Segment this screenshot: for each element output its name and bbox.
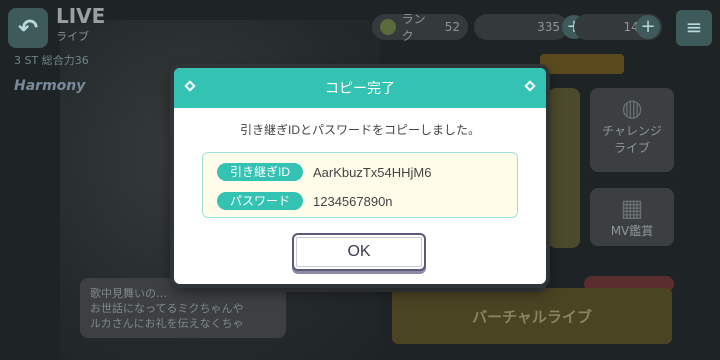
dialog-header: コピー完了 (174, 68, 546, 108)
rank-label: ランク (401, 12, 426, 43)
copy-complete-dialog: コピー完了 引き継ぎIDとパスワードをコピーしました。 引き継ぎID AarKb… (174, 68, 546, 284)
password-row: パスワード 1234567890n (217, 192, 393, 210)
ok-button-label: OK (347, 243, 371, 260)
ok-button[interactable]: OK (292, 233, 426, 271)
jewel-add-button[interactable]: + (636, 15, 660, 39)
virtual-live-label: バーチャルライブ (472, 307, 592, 326)
transfer-id-label: 引き継ぎID (217, 163, 303, 181)
live-tile[interactable] (548, 88, 580, 248)
back-button[interactable]: ↶ (8, 8, 48, 48)
unit-logo: Harmony (14, 78, 86, 94)
screen-title: LIVE (56, 4, 106, 28)
virtual-live-button[interactable]: バーチャルライブ (392, 288, 672, 344)
password-value: 1234567890n (313, 193, 393, 209)
screen: ↶ LIVE ライブ 3 ST 総合力36 Harmony ランク 52 335… (0, 0, 720, 360)
challenge-live-label: チャレンジ ライブ (602, 124, 662, 155)
rank-value: 52 (444, 20, 460, 34)
transfer-id-row: 引き継ぎID AarKbuzTx54HHjM6 (217, 163, 432, 181)
rank-pill: ランク 52 (372, 12, 468, 43)
dialog-footer-strip (174, 284, 546, 292)
speech-text: 歌中見舞いの… お世話になってるミクちゃんや ルカさんにお礼を伝えなくちゃ (90, 287, 244, 330)
screen-subtitle: ライブ (56, 30, 89, 43)
diamond-icon (184, 80, 196, 92)
notice-pill[interactable] (540, 54, 624, 74)
dialog-message: 引き継ぎIDとパスワードをコピーしました。 (239, 123, 480, 137)
challenge-live-tile[interactable]: ◍ チャレンジ ライブ (590, 88, 674, 172)
team-info: 3 ST 総合力36 (14, 54, 89, 67)
credentials-box: 引き継ぎID AarKbuzTx54HHjM6 パスワード 1234567890… (202, 152, 518, 218)
transfer-id-value: AarKbuzTx54HHjM6 (313, 164, 432, 180)
mv-tile[interactable]: ▦ MV鑑賞 (590, 188, 674, 246)
hamburger-icon: ≡ (685, 15, 703, 39)
challenge-icon: ◍ (621, 94, 643, 122)
film-icon: ▦ (620, 194, 644, 222)
mv-label: MV鑑賞 (610, 224, 654, 238)
dialog-title: コピー完了 (325, 80, 395, 96)
diamond-icon (524, 80, 536, 92)
menu-button[interactable]: ≡ (676, 10, 712, 46)
rank-icon (380, 19, 396, 35)
back-arrow-icon: ↶ (17, 14, 39, 42)
crystal-value: 335 (537, 20, 560, 34)
password-label: パスワード (217, 192, 303, 210)
crystal-pill: 335 (474, 14, 568, 40)
